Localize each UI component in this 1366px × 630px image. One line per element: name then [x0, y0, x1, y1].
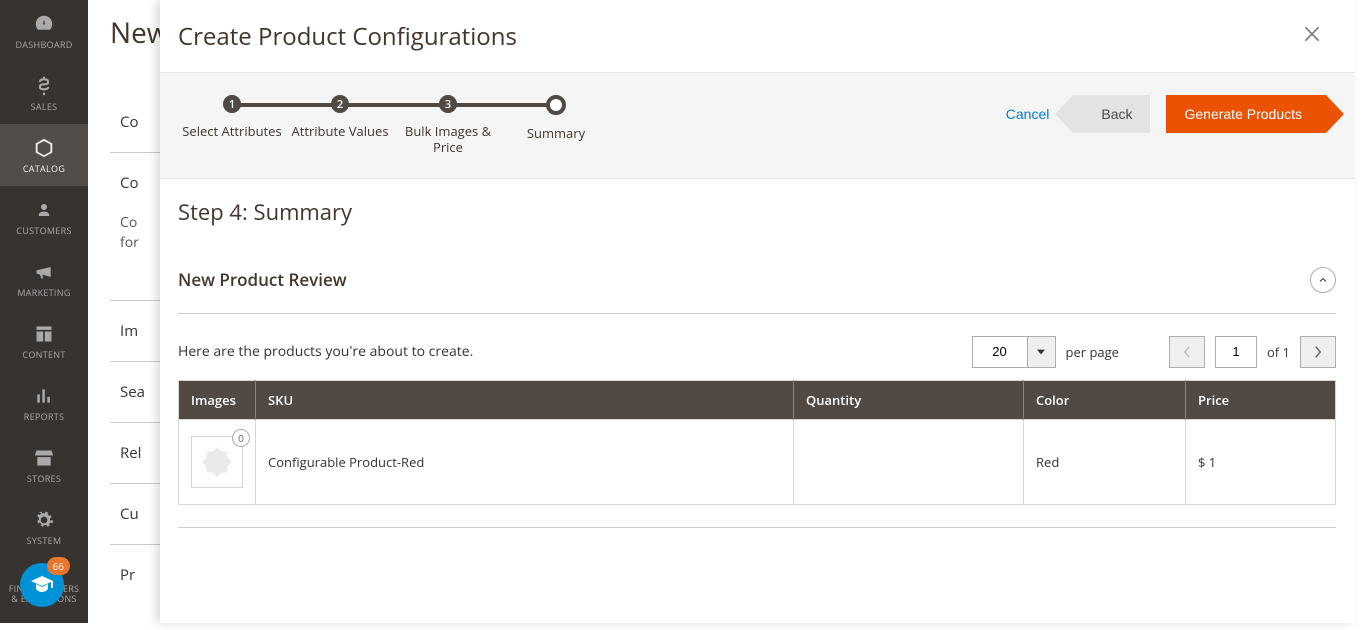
sidebar-item-content[interactable]: CONTENT	[0, 310, 88, 372]
cell-sku: Configurable Product-Red	[256, 419, 794, 504]
step-label: Summary	[527, 125, 585, 141]
gauge-icon	[32, 12, 56, 36]
pager: per page of 1	[972, 336, 1337, 368]
close-button[interactable]	[1298, 20, 1326, 54]
per-page-value[interactable]	[973, 337, 1027, 367]
modal-header: Create Product Configurations	[160, 0, 1354, 72]
cell-color: Red	[1024, 419, 1186, 504]
step-select-attributes: 1 Select Attributes	[178, 95, 286, 139]
wizard-actions: Cancel Back Generate Products	[1006, 95, 1326, 133]
step-content: Step 4: Summary New Product Review Here …	[160, 179, 1354, 546]
sidebar-item-marketing[interactable]: MARKETING	[0, 248, 88, 310]
next-page-button[interactable]	[1300, 336, 1336, 368]
cell-price: $ 1	[1186, 419, 1336, 504]
sidebar-item-sales[interactable]: SALES	[0, 62, 88, 124]
step-dot: 2	[331, 95, 349, 113]
prev-page-button[interactable]	[1169, 336, 1205, 368]
image-count-badge: 0	[232, 429, 250, 447]
sidebar-label: MARKETING	[17, 288, 70, 298]
product-preview-table: Images SKU Quantity Color Price 0 Config…	[178, 380, 1336, 505]
step-dot: 1	[223, 95, 241, 113]
box-icon	[32, 136, 56, 160]
sidebar-label: CATALOG	[23, 164, 65, 174]
step-label: Bulk Images & Price	[394, 123, 502, 156]
image-thumbnail[interactable]: 0	[191, 436, 243, 488]
sidebar-item-stores[interactable]: STORES	[0, 434, 88, 496]
notification-badge: 66	[47, 557, 70, 575]
steps-track: 1 Select Attributes 2 Attribute Values 3…	[178, 95, 610, 156]
graduation-icon	[30, 573, 54, 597]
page-number-input[interactable]	[1215, 336, 1257, 368]
create-configurations-modal: Create Product Configurations 1 Select A…	[160, 0, 1354, 623]
col-header-color: Color	[1024, 380, 1186, 419]
person-icon	[32, 198, 56, 222]
col-header-price: Price	[1186, 380, 1336, 419]
sidebar-label: REPORTS	[24, 412, 65, 422]
modal-title: Create Product Configurations	[178, 20, 517, 53]
step-dot-current	[546, 95, 566, 115]
section-title: New Product Review	[178, 268, 347, 291]
table-row: 0 Configurable Product-Red Red $ 1	[179, 419, 1336, 504]
cancel-link[interactable]: Cancel	[1006, 106, 1050, 122]
placeholder-icon	[199, 444, 235, 480]
section-divider	[178, 527, 1336, 528]
bars-icon	[32, 384, 56, 408]
sidebar-label: SALES	[31, 102, 58, 112]
layout-icon	[32, 322, 56, 346]
per-page-select[interactable]	[972, 336, 1056, 368]
dollar-icon	[32, 74, 56, 98]
gear-icon	[32, 508, 56, 532]
sidebar-item-system[interactable]: SYSTEM	[0, 496, 88, 558]
table-header-row: Images SKU Quantity Color Price	[179, 380, 1336, 419]
section-header-row: New Product Review	[178, 267, 1336, 314]
caret-down-icon	[1037, 348, 1045, 356]
sidebar-item-reports[interactable]: REPORTS	[0, 372, 88, 434]
collapse-button[interactable]	[1310, 267, 1336, 293]
sidebar-label: SYSTEM	[27, 536, 62, 546]
step-dot: 3	[439, 95, 457, 113]
cell-images: 0	[179, 419, 256, 504]
chevron-right-icon	[1314, 346, 1322, 358]
col-header-quantity: Quantity	[794, 380, 1024, 419]
step-label: Select Attributes	[182, 123, 281, 139]
per-page-label: per page	[1066, 343, 1119, 361]
close-icon	[1302, 24, 1322, 44]
toolbar-note: Here are the products you're about to cr…	[178, 342, 473, 361]
megaphone-icon	[32, 260, 56, 284]
step-summary: Summary	[502, 95, 610, 141]
sidebar-item-customers[interactable]: CUSTOMERS	[0, 186, 88, 248]
sidebar-label: CONTENT	[22, 350, 65, 360]
cell-quantity	[794, 419, 1024, 504]
step-heading: Step 4: Summary	[178, 197, 1336, 227]
sidebar-item-catalog[interactable]: CATALOG	[0, 124, 88, 186]
chevron-up-icon	[1317, 274, 1329, 286]
col-header-sku: SKU	[256, 380, 794, 419]
chevron-left-icon	[1183, 346, 1191, 358]
grid-toolbar: Here are the products you're about to cr…	[178, 336, 1336, 368]
back-button[interactable]: Back	[1073, 95, 1150, 133]
wizard-steps-bar: 1 Select Attributes 2 Attribute Values 3…	[160, 72, 1354, 179]
per-page-dropdown-button[interactable]	[1027, 337, 1055, 367]
sidebar-label: DASHBOARD	[15, 40, 72, 50]
col-header-images: Images	[179, 380, 256, 419]
sidebar-label: CUSTOMERS	[16, 226, 71, 236]
help-bubble[interactable]: 66	[20, 563, 64, 607]
store-icon	[32, 446, 56, 470]
generate-products-button[interactable]: Generate Products	[1166, 95, 1326, 133]
sidebar-item-dashboard[interactable]: DASHBOARD	[0, 0, 88, 62]
step-attribute-values: 2 Attribute Values	[286, 95, 394, 139]
page-total-label: of 1	[1267, 343, 1290, 361]
sidebar-label: STORES	[27, 474, 61, 484]
admin-sidebar: DASHBOARD SALES CATALOG CUSTOMERS MARKET…	[0, 0, 88, 623]
step-label: Attribute Values	[291, 123, 388, 139]
